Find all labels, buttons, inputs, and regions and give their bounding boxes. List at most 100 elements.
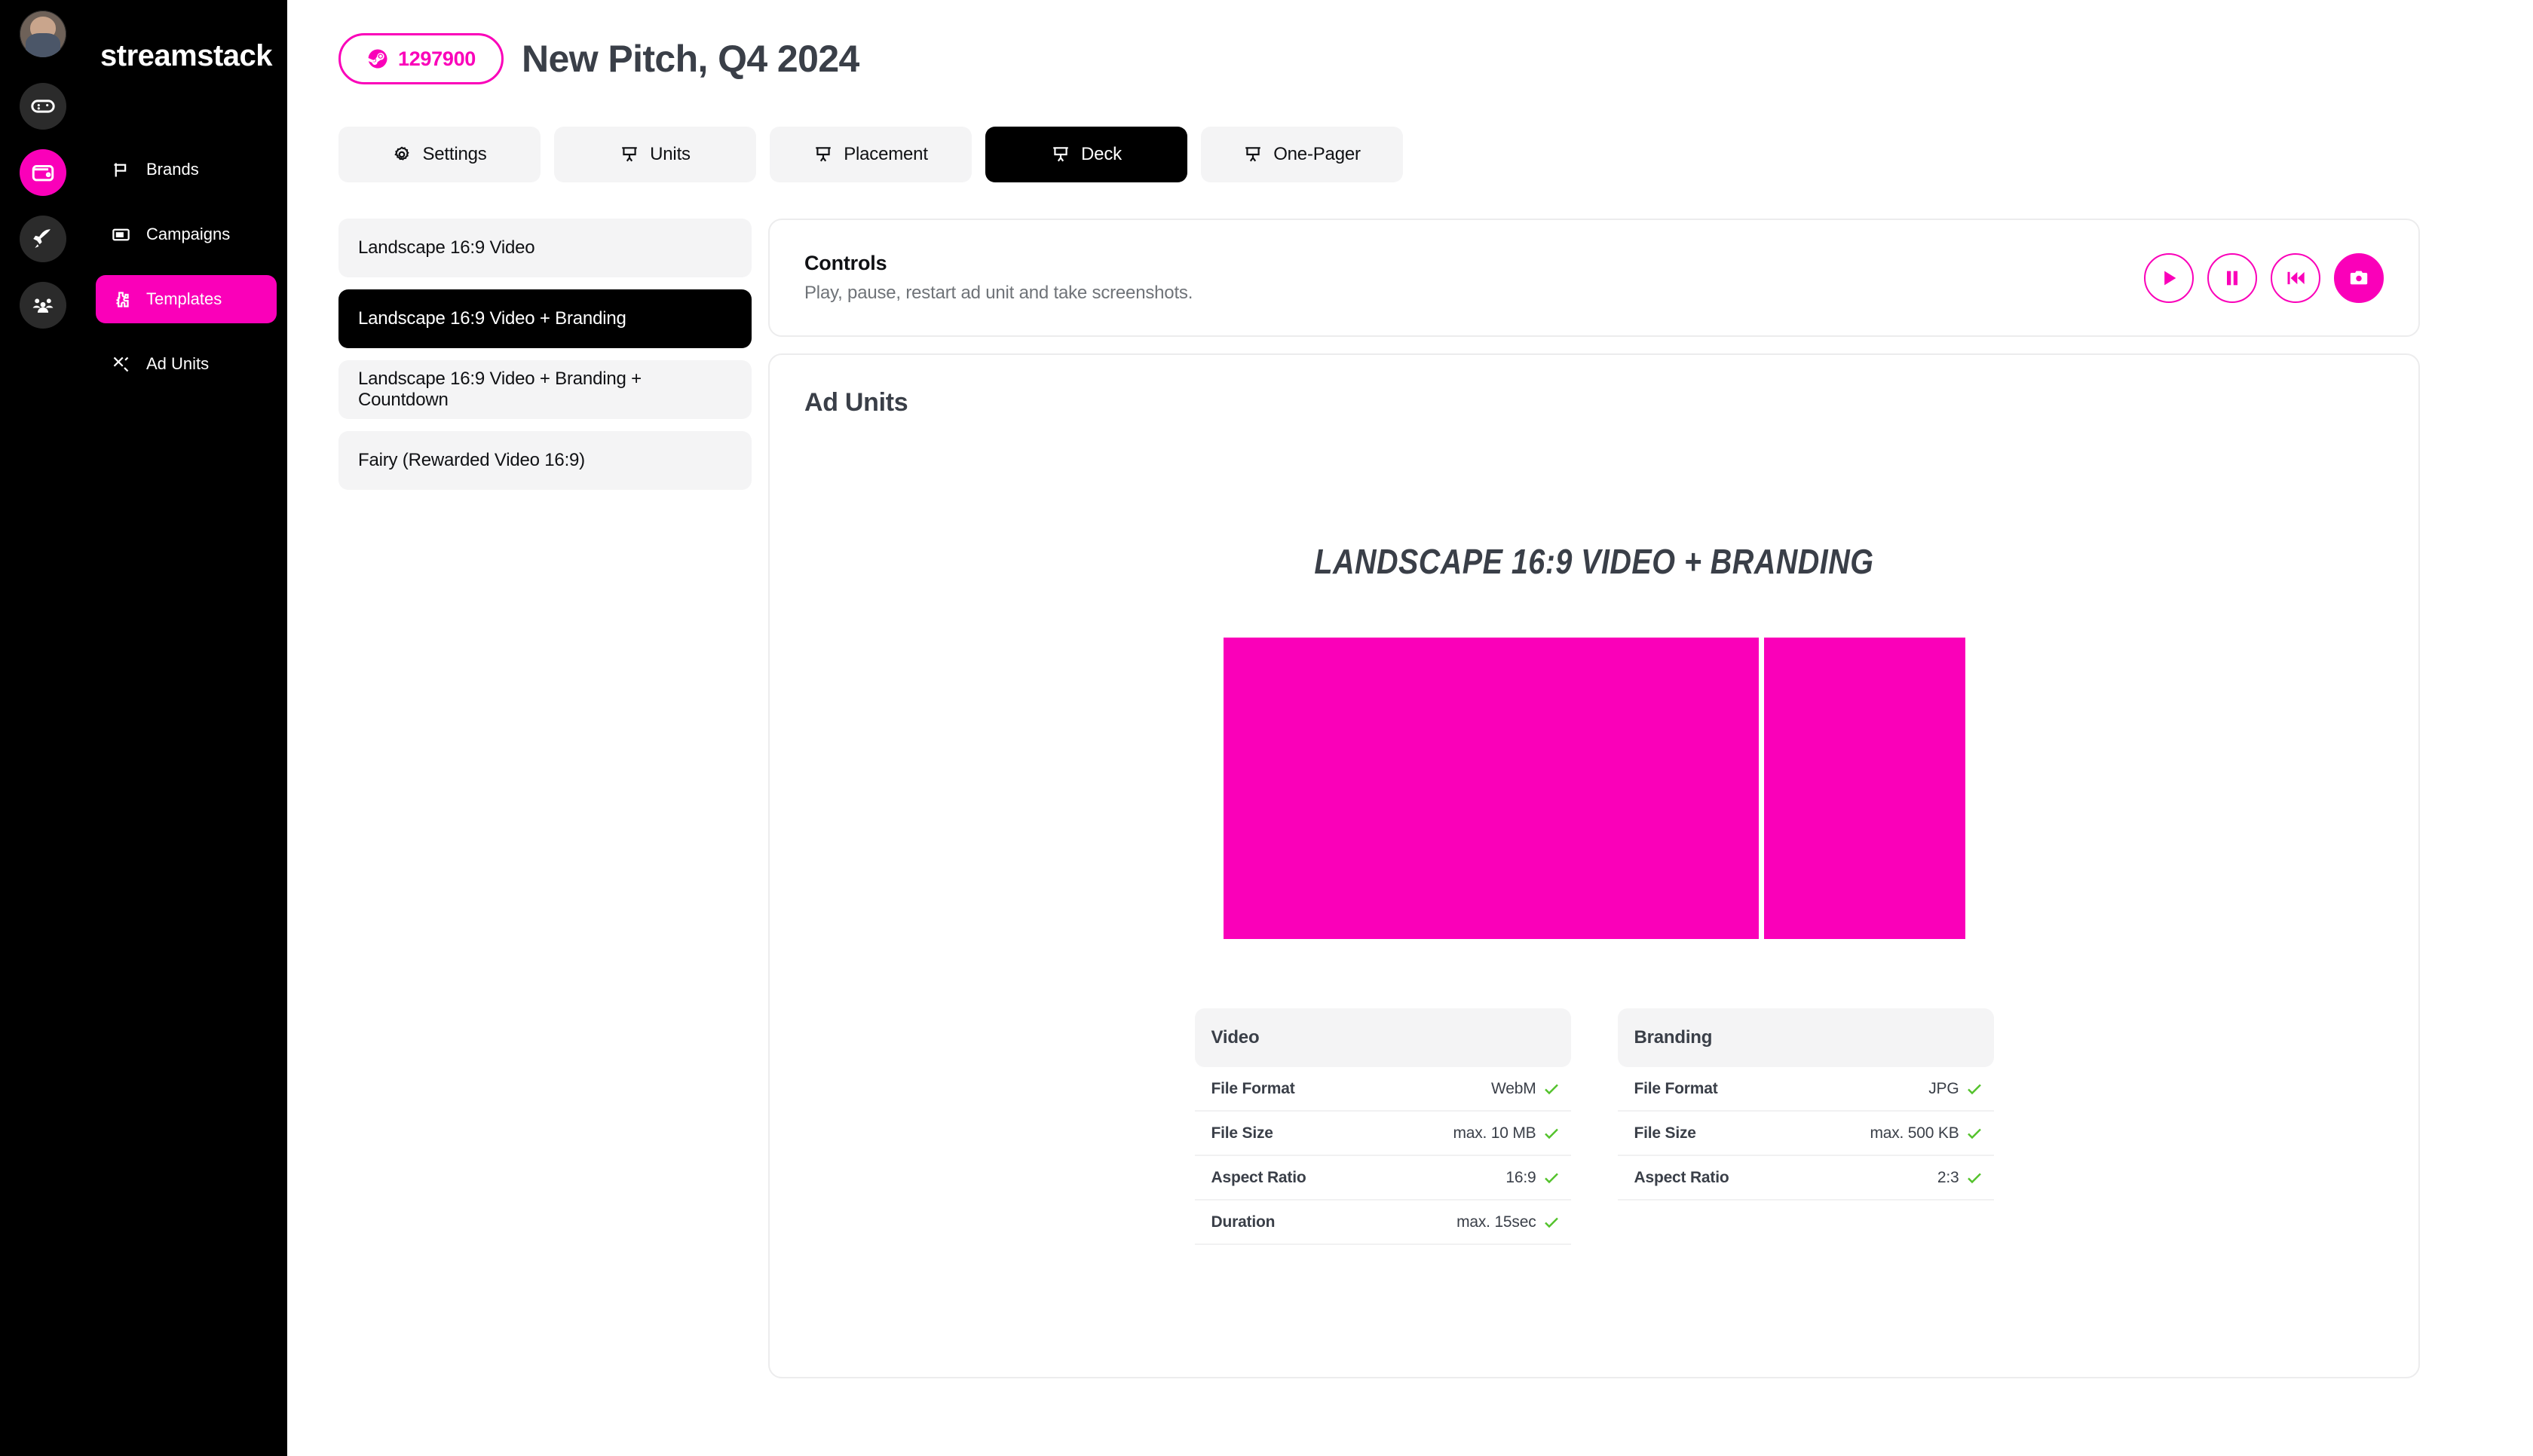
- spec-table-branding: Branding File Format JPG File Size max. …: [1617, 1008, 1994, 1245]
- page-title: New Pitch, Q4 2024: [522, 38, 859, 80]
- tab-bar: Settings Units Placement Deck One-Pager: [287, 84, 2533, 182]
- spec-row: Aspect Ratio 16:9: [1194, 1156, 1571, 1201]
- sidebar-item-label: Templates: [146, 289, 222, 308]
- spec-key: Duration: [1211, 1213, 1276, 1231]
- spec-table-title: Video: [1194, 1008, 1571, 1067]
- page-header: 1297900 New Pitch, Q4 2024: [287, 0, 2533, 84]
- tab-label: Deck: [1081, 144, 1122, 164]
- main-content: 1297900 New Pitch, Q4 2024 Settings Unit…: [287, 0, 2533, 1456]
- check-icon: [1536, 1169, 1567, 1187]
- spec-key: File Format: [1211, 1079, 1295, 1097]
- deck-body: Landscape 16:9 Video Landscape 16:9 Vide…: [287, 182, 2533, 1378]
- spec-value: WebM: [1491, 1079, 1536, 1097]
- video-placeholder-block: [1223, 638, 1759, 939]
- team-icon: [32, 298, 53, 313]
- check-icon: [1536, 1080, 1567, 1098]
- template-label: Landscape 16:9 Video + Branding: [358, 308, 626, 329]
- template-list: Landscape 16:9 Video Landscape 16:9 Vide…: [338, 219, 752, 502]
- steam-app-id-badge[interactable]: 1297900: [338, 33, 504, 84]
- rail-team-button[interactable]: [19, 282, 66, 329]
- spec-value: 2:3: [1937, 1168, 1959, 1186]
- sidebar-item-ad-units[interactable]: Ad Units: [96, 340, 277, 388]
- steam-app-id-value: 1297900: [398, 47, 476, 70]
- controls-buttons: [2144, 252, 2384, 303]
- play-button[interactable]: [2144, 252, 2194, 303]
- sidebar-item-brands[interactable]: Brands: [96, 145, 277, 194]
- rail-wallet-button[interactable]: [19, 149, 66, 196]
- tab-placement[interactable]: Placement: [770, 127, 972, 182]
- rocket-icon: [32, 229, 51, 249]
- rail-gamepad-button[interactable]: [19, 83, 66, 130]
- tab-one-pager[interactable]: One-Pager: [1201, 127, 1403, 182]
- spec-key: File Size: [1634, 1124, 1696, 1142]
- tab-units[interactable]: Units: [554, 127, 756, 182]
- template-item[interactable]: Landscape 16:9 Video + Branding + Countd…: [338, 360, 752, 419]
- tab-label: Units: [650, 144, 691, 164]
- template-item[interactable]: Landscape 16:9 Video: [338, 219, 752, 277]
- spec-tables: Video File Format WebM File Size max. 10…: [1194, 1008, 1994, 1245]
- branding-placeholder-block: [1763, 638, 1965, 939]
- spec-key: File Size: [1211, 1124, 1273, 1142]
- rail-rocket-button[interactable]: [19, 216, 66, 262]
- sidebar-item-label: Campaigns: [146, 225, 231, 243]
- tab-label: Settings: [422, 144, 487, 164]
- spec-key: Aspect Ratio: [1634, 1168, 1729, 1186]
- gamepad-icon: [30, 99, 55, 113]
- pause-icon: [2227, 271, 2237, 285]
- spec-value: 16:9: [1505, 1168, 1536, 1186]
- user-avatar[interactable]: [19, 11, 66, 57]
- steam-icon: [368, 49, 387, 69]
- check-icon: [1959, 1124, 1989, 1142]
- ad-unit-preview: Landscape 16:9 Video + Branding Video Fi…: [804, 541, 2384, 1245]
- spec-value: max. 10 MB: [1453, 1124, 1536, 1142]
- tab-settings[interactable]: Settings: [338, 127, 541, 182]
- puzzle-icon: [116, 291, 129, 307]
- spec-value: max. 15sec: [1456, 1213, 1536, 1231]
- flag-icon: [114, 163, 127, 176]
- sidebar-item-label: Brands: [146, 160, 199, 179]
- check-icon: [1959, 1169, 1989, 1187]
- spec-row: File Format JPG: [1617, 1067, 1994, 1112]
- sidebar-item-campaigns[interactable]: Campaigns: [96, 210, 277, 258]
- template-item[interactable]: Fairy (Rewarded Video 16:9): [338, 431, 752, 490]
- template-item[interactable]: Landscape 16:9 Video + Branding: [338, 289, 752, 348]
- presentation-icon: [622, 147, 637, 162]
- spec-row: File Format WebM: [1194, 1067, 1571, 1112]
- preview-title: Landscape 16:9 Video + Branding: [1314, 542, 1874, 581]
- presentation-icon: [1245, 147, 1260, 162]
- spec-table-title: Branding: [1617, 1008, 1994, 1067]
- deck-right-column: Controls Play, pause, restart ad unit an…: [768, 219, 2420, 1378]
- ad-units-panel: Ad Units Landscape 16:9 Video + Branding…: [768, 353, 2420, 1378]
- app-logo: streamstack: [100, 39, 273, 72]
- restart-button[interactable]: [2271, 252, 2320, 303]
- spec-value: JPG: [1928, 1079, 1959, 1097]
- pause-button[interactable]: [2207, 252, 2257, 303]
- spec-row: Duration max. 15sec: [1194, 1201, 1571, 1245]
- presentation-icon: [816, 147, 831, 162]
- icon-rail: [0, 0, 85, 1456]
- sidebar-item-templates[interactable]: Templates: [96, 275, 277, 323]
- ad-units-title: Ad Units: [804, 388, 908, 417]
- app-root: streamstack Brands Campaigns Templates A…: [0, 0, 2533, 1456]
- spec-row: File Size max. 10 MB: [1194, 1112, 1571, 1156]
- controls-title: Controls: [804, 252, 887, 274]
- tab-label: Placement: [844, 144, 928, 164]
- template-label: Fairy (Rewarded Video 16:9): [358, 450, 585, 470]
- spec-row: File Size max. 500 KB: [1617, 1112, 1994, 1156]
- gear-icon: [394, 146, 410, 161]
- tab-deck[interactable]: Deck: [985, 127, 1187, 182]
- screenshot-button[interactable]: [2334, 252, 2384, 303]
- preview-blocks: [1223, 638, 1965, 939]
- controls-text: Controls Play, pause, restart ad unit an…: [804, 252, 1193, 304]
- sidebar-item-label: Ad Units: [146, 354, 210, 373]
- play-icon: [2164, 271, 2176, 285]
- presentation-icon: [1053, 147, 1068, 162]
- template-label: Landscape 16:9 Video + Branding + Countd…: [358, 369, 642, 410]
- wallet-icon: [32, 165, 54, 182]
- template-label: Landscape 16:9 Video: [358, 237, 535, 258]
- rewind-icon: [2287, 271, 2305, 284]
- spec-key: Aspect Ratio: [1211, 1168, 1306, 1186]
- spec-row: Aspect Ratio 2:3: [1617, 1156, 1994, 1201]
- camera-icon: [2350, 271, 2368, 284]
- tools-icon: [113, 356, 129, 372]
